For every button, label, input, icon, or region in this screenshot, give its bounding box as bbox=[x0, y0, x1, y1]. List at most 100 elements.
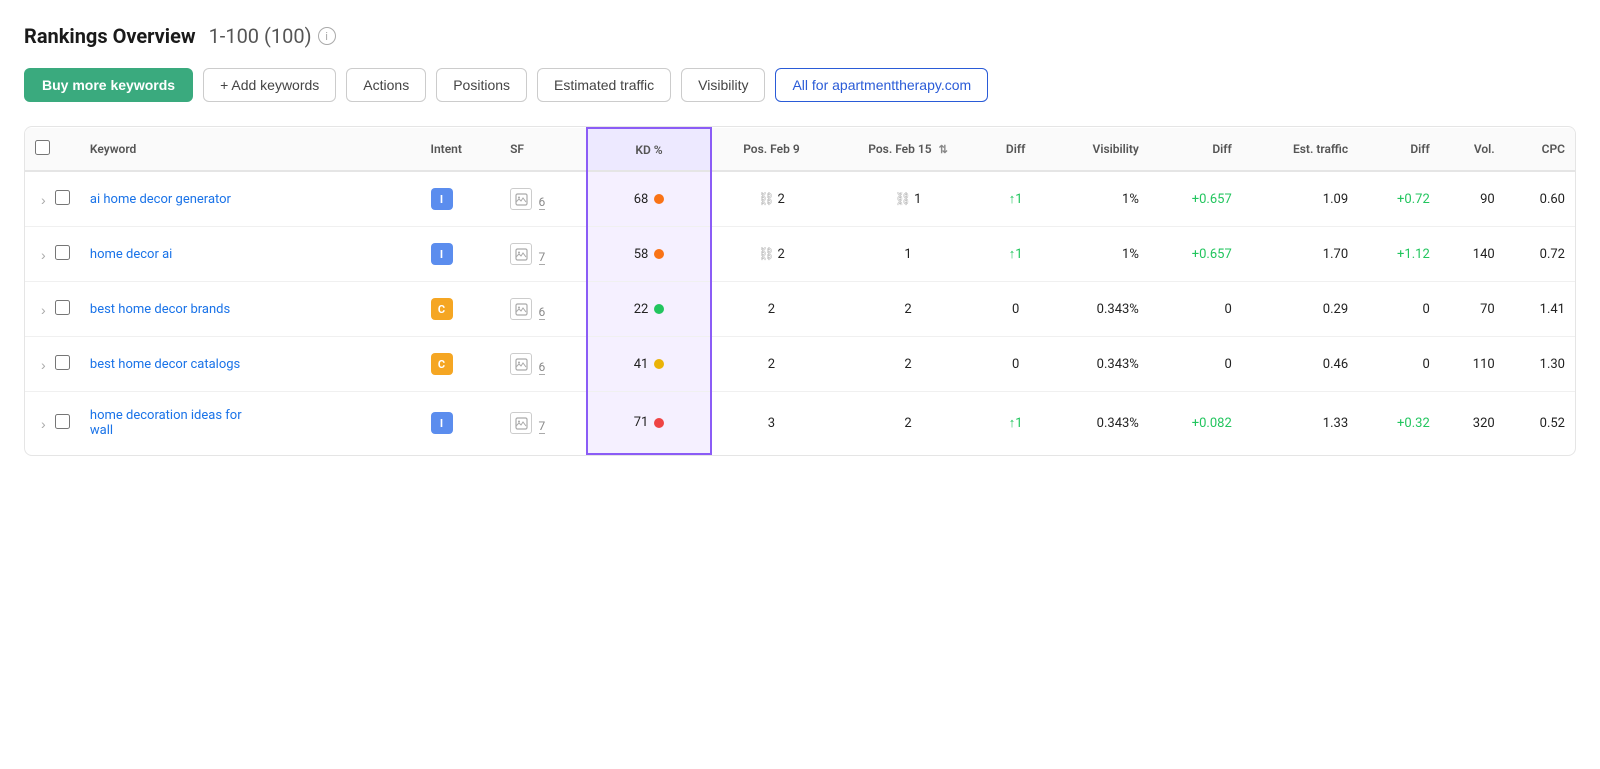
td-vis-diff: 0 bbox=[1149, 282, 1242, 337]
th-intent: Intent bbox=[421, 128, 501, 171]
th-pos-feb9: Pos. Feb 9 bbox=[711, 128, 831, 171]
page-title: Rankings Overview bbox=[24, 24, 196, 48]
td-est-traffic: 0.29 bbox=[1242, 282, 1358, 337]
td-diff: 0 bbox=[985, 337, 1046, 392]
td-est-traffic: 1.70 bbox=[1242, 227, 1358, 282]
expand-button[interactable]: › bbox=[35, 302, 52, 318]
td-pos-feb9: 3 bbox=[711, 392, 831, 455]
td-intent: I bbox=[421, 392, 501, 455]
td-vis-diff: +0.657 bbox=[1149, 171, 1242, 227]
td-vol: 320 bbox=[1440, 392, 1505, 455]
filter-all-button[interactable]: All for apartmenttherapy.com bbox=[775, 68, 988, 102]
th-est-diff: Diff bbox=[1358, 128, 1440, 171]
td-est-diff: +1.12 bbox=[1358, 227, 1440, 282]
td-expand: › bbox=[25, 171, 80, 227]
td-sf: 7 bbox=[500, 227, 587, 282]
sf-number[interactable]: 6 bbox=[539, 360, 546, 375]
intent-badge: I bbox=[431, 188, 453, 210]
sf-number[interactable]: 7 bbox=[539, 250, 546, 265]
td-cpc: 0.72 bbox=[1505, 227, 1575, 282]
row-checkbox[interactable] bbox=[55, 300, 70, 315]
td-sf: 6 bbox=[500, 171, 587, 227]
td-cpc: 0.52 bbox=[1505, 392, 1575, 455]
sf-number[interactable]: 6 bbox=[539, 195, 546, 210]
th-kd: KD % bbox=[587, 128, 711, 171]
table-row: › home decor ai I 7 58 ⛓2 1 ↑1 1% +0.657… bbox=[25, 227, 1575, 282]
td-est-traffic: 0.46 bbox=[1242, 337, 1358, 392]
td-visibility: 1% bbox=[1046, 227, 1149, 282]
tab-positions[interactable]: Positions bbox=[436, 68, 527, 102]
row-checkbox[interactable] bbox=[55, 414, 70, 429]
pos-feb15-sort[interactable]: Pos. Feb 15 ⇅ bbox=[868, 142, 948, 156]
keyword-link[interactable]: best home decor brands bbox=[90, 302, 230, 317]
row-checkbox[interactable] bbox=[55, 245, 70, 260]
intent-badge: C bbox=[431, 298, 453, 320]
tab-estimated-traffic[interactable]: Estimated traffic bbox=[537, 68, 671, 102]
td-vol: 110 bbox=[1440, 337, 1505, 392]
td-vol: 70 bbox=[1440, 282, 1505, 337]
th-vis-diff: Diff bbox=[1149, 128, 1242, 171]
td-kd: 71 bbox=[587, 392, 711, 455]
th-keyword: Keyword bbox=[80, 128, 421, 171]
expand-button[interactable]: › bbox=[35, 416, 52, 432]
td-vis-diff: +0.657 bbox=[1149, 227, 1242, 282]
tab-visibility[interactable]: Visibility bbox=[681, 68, 765, 102]
td-intent: C bbox=[421, 282, 501, 337]
expand-button[interactable]: › bbox=[35, 247, 52, 263]
td-est-diff: 0 bbox=[1358, 337, 1440, 392]
sf-image-icon bbox=[510, 298, 532, 320]
kd-dot bbox=[654, 194, 664, 204]
intent-badge: C bbox=[431, 353, 453, 375]
add-keywords-button[interactable]: + Add keywords bbox=[203, 68, 336, 102]
rankings-table-wrapper: Keyword Intent SF KD % Pos. Feb 9 Pos. F… bbox=[24, 126, 1576, 456]
row-checkbox[interactable] bbox=[55, 355, 70, 370]
kd-dot bbox=[654, 418, 664, 428]
keyword-link[interactable]: ai home decor generator bbox=[90, 192, 231, 207]
td-cpc: 0.60 bbox=[1505, 171, 1575, 227]
keyword-link[interactable]: home decor ai bbox=[90, 247, 172, 262]
td-pos-feb15: 1 bbox=[831, 227, 985, 282]
td-diff: ↑1 bbox=[985, 171, 1046, 227]
th-sf: SF bbox=[500, 128, 587, 171]
td-vis-diff: 0 bbox=[1149, 337, 1242, 392]
td-intent: I bbox=[421, 227, 501, 282]
kd-dot bbox=[654, 359, 664, 369]
select-all-checkbox[interactable] bbox=[35, 140, 50, 155]
keyword-link[interactable]: home decoration ideas forwall bbox=[90, 408, 242, 438]
td-visibility: 0.343% bbox=[1046, 282, 1149, 337]
expand-button[interactable]: › bbox=[35, 192, 52, 208]
td-kd: 58 bbox=[587, 227, 711, 282]
buy-keywords-button[interactable]: Buy more keywords bbox=[24, 68, 193, 102]
sf-number[interactable]: 7 bbox=[539, 419, 546, 434]
td-expand: › bbox=[25, 282, 80, 337]
actions-button[interactable]: Actions bbox=[346, 68, 426, 102]
td-sf: 6 bbox=[500, 337, 587, 392]
td-keyword: home decoration ideas forwall bbox=[80, 392, 421, 455]
td-pos-feb9: ⛓2 bbox=[711, 227, 831, 282]
sf-number[interactable]: 6 bbox=[539, 305, 546, 320]
th-vol: Vol. bbox=[1440, 128, 1505, 171]
table-row: › ai home decor generator I 6 68 ⛓2 ⛓1 ↑… bbox=[25, 171, 1575, 227]
th-visibility: Visibility bbox=[1046, 128, 1149, 171]
td-diff: ↑1 bbox=[985, 392, 1046, 455]
keyword-link[interactable]: best home decor catalogs bbox=[90, 357, 240, 372]
th-pos-feb15[interactable]: Pos. Feb 15 ⇅ bbox=[831, 128, 985, 171]
info-icon[interactable]: i bbox=[318, 27, 336, 45]
sf-image-icon bbox=[510, 412, 532, 434]
td-pos-feb15: 2 bbox=[831, 337, 985, 392]
td-pos-feb15: 2 bbox=[831, 282, 985, 337]
td-est-diff: 0 bbox=[1358, 282, 1440, 337]
td-vol: 90 bbox=[1440, 171, 1505, 227]
row-checkbox[interactable] bbox=[55, 190, 70, 205]
td-cpc: 1.41 bbox=[1505, 282, 1575, 337]
td-vis-diff: +0.082 bbox=[1149, 392, 1242, 455]
th-diff: Diff bbox=[985, 128, 1046, 171]
td-diff: 0 bbox=[985, 282, 1046, 337]
td-est-diff: +0.72 bbox=[1358, 171, 1440, 227]
td-vol: 140 bbox=[1440, 227, 1505, 282]
toolbar: Buy more keywords + Add keywords Actions… bbox=[24, 68, 1576, 102]
rankings-table: Keyword Intent SF KD % Pos. Feb 9 Pos. F… bbox=[25, 127, 1575, 455]
expand-button[interactable]: › bbox=[35, 357, 52, 373]
td-pos-feb9: 2 bbox=[711, 282, 831, 337]
td-est-diff: +0.32 bbox=[1358, 392, 1440, 455]
